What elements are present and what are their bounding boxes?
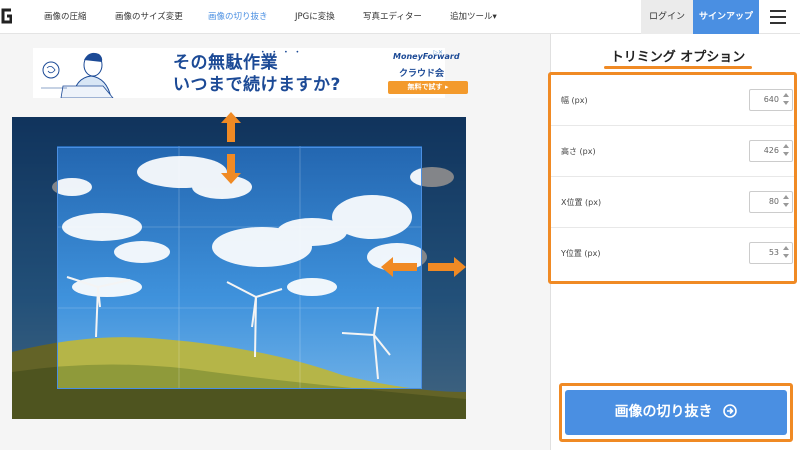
crop-image-button[interactable]: 画像の切り抜き <box>565 390 787 435</box>
site-logo[interactable] <box>0 7 12 25</box>
ad-cta-button[interactable]: 無料で試す ▸ <box>388 81 468 94</box>
arrow-left-icon <box>381 257 417 277</box>
ad-brand-name: MoneyForward <box>393 52 460 61</box>
arrow-right-icon <box>428 257 466 277</box>
ad-headline: その無駄作業 いつまで続けますか? <box>173 52 341 96</box>
nav-convert-to-jpg[interactable]: JPGに変換 <box>295 0 335 34</box>
login-button[interactable]: ログイン <box>641 0 693 34</box>
option-row-width: 幅 (px) 640 <box>551 75 794 126</box>
y-position-input[interactable]: 53 <box>749 242 793 264</box>
signup-button[interactable]: サインアップ <box>693 0 759 34</box>
y-position-value: 53 <box>768 248 779 257</box>
nav-more-tools[interactable]: 追加ツール▾ <box>450 0 497 34</box>
nav-photo-editor[interactable]: 写真エディター <box>363 0 422 34</box>
ad-banner[interactable]: •••• その無駄作業 いつまで続けますか? MoneyForward クラウド… <box>33 48 468 98</box>
title-underline <box>604 66 752 69</box>
crop-options-group: 幅 (px) 640 高さ (px) 426 X位置 (px) 80 Y位置 (… <box>548 72 797 284</box>
x-position-stepper[interactable] <box>783 195 789 209</box>
arrow-circle-right-icon <box>723 403 738 418</box>
arrow-down-icon <box>221 154 241 184</box>
panel-title: トリミング オプション <box>610 50 746 65</box>
width-label: 幅 (px) <box>561 96 588 105</box>
arrow-up-icon <box>221 112 241 142</box>
height-label: 高さ (px) <box>561 147 596 156</box>
ad-choices-icon[interactable]: ▷✕ <box>433 49 443 56</box>
y-position-label: Y位置 (px) <box>561 249 601 258</box>
top-navigation-bar: 画像の圧縮 画像のサイズ変更 画像の切り抜き JPGに変換 写真エディター 追加… <box>0 0 800 34</box>
option-row-x-position: X位置 (px) 80 <box>551 177 794 228</box>
height-input[interactable]: 426 <box>749 140 793 162</box>
ad-headline-line-2: いつまで続けますか? <box>173 75 341 95</box>
hamburger-icon[interactable] <box>770 10 786 24</box>
option-row-y-position: Y位置 (px) 53 <box>551 228 794 279</box>
height-value: 426 <box>763 146 779 155</box>
width-value: 640 <box>763 95 779 104</box>
nav-crop-image[interactable]: 画像の切り抜き <box>208 0 268 34</box>
ad-headline-line-1: その無駄作業 <box>173 53 278 73</box>
x-position-input[interactable]: 80 <box>749 191 793 213</box>
width-stepper[interactable] <box>783 93 789 107</box>
ad-illustration <box>33 48 143 98</box>
x-position-value: 80 <box>768 197 779 206</box>
crop-button-label: 画像の切り抜き <box>614 404 713 420</box>
option-row-height: 高さ (px) 426 <box>551 126 794 177</box>
height-stepper[interactable] <box>783 144 789 158</box>
nav-compress-image[interactable]: 画像の圧縮 <box>44 0 87 34</box>
x-position-label: X位置 (px) <box>561 198 602 207</box>
y-position-stepper[interactable] <box>783 246 789 260</box>
nav-resize-image[interactable]: 画像のサイズ変更 <box>115 0 183 34</box>
width-input[interactable]: 640 <box>749 89 793 111</box>
